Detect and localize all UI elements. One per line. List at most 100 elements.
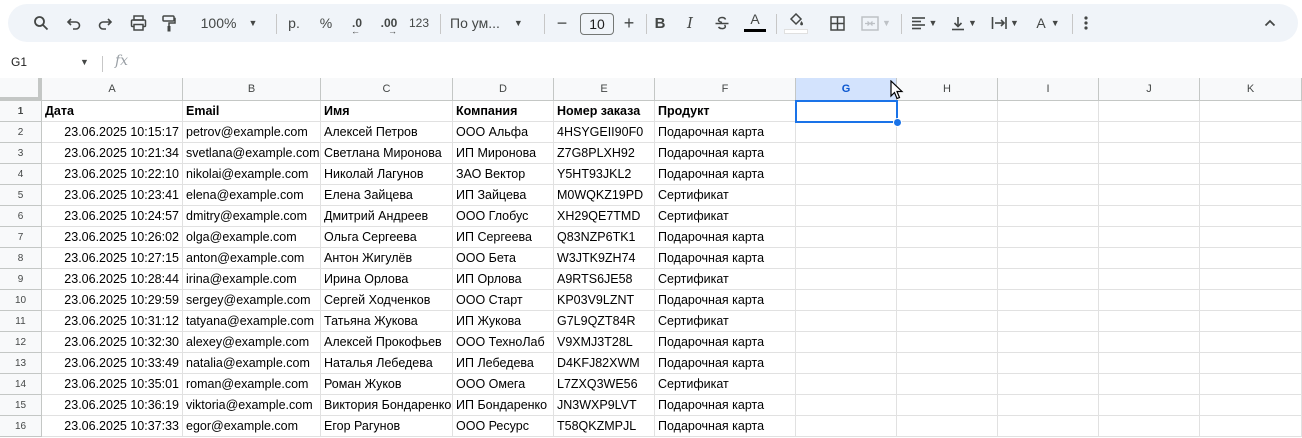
cell-f15[interactable]: Подарочная карта — [655, 395, 796, 416]
more-formats-button[interactable]: 123 — [404, 4, 434, 42]
row-header[interactable]: 4 — [0, 164, 42, 185]
cell-d2[interactable]: ООО Альфа — [453, 122, 554, 143]
collapse-toolbar-icon[interactable] — [1260, 4, 1280, 42]
cell-i10[interactable] — [998, 290, 1099, 311]
bold-button[interactable]: B — [650, 4, 670, 42]
cell-j4[interactable] — [1099, 164, 1200, 185]
cell-k4[interactable] — [1200, 164, 1302, 185]
cell-a11[interactable]: 23.06.2025 10:31:12 — [42, 311, 183, 332]
cell-a2[interactable]: 23.06.2025 10:15:17 — [42, 122, 183, 143]
cell-k11[interactable] — [1200, 311, 1302, 332]
cell-j3[interactable] — [1099, 143, 1200, 164]
cell-i9[interactable] — [998, 269, 1099, 290]
currency-format-button[interactable]: р. — [284, 4, 304, 42]
cell-d3[interactable]: ИП Миронова — [453, 143, 554, 164]
cell-a1[interactable]: Дата — [42, 101, 183, 122]
cell-c3[interactable]: Светлана Миронова — [321, 143, 453, 164]
cell-i15[interactable] — [998, 395, 1099, 416]
cell-b12[interactable]: alexey@example.com — [183, 332, 321, 353]
row-header[interactable]: 6 — [0, 206, 42, 227]
cell-d10[interactable]: ООО Старт — [453, 290, 554, 311]
cell-f8[interactable]: Подарочная карта — [655, 248, 796, 269]
cell-b4[interactable]: nikolai@example.com — [183, 164, 321, 185]
column-header-k[interactable]: K — [1200, 78, 1302, 101]
text-rotation-button[interactable]: A ▼ — [1028, 4, 1068, 42]
cell-c14[interactable]: Роман Жуков — [321, 374, 453, 395]
cell-j14[interactable] — [1099, 374, 1200, 395]
row-header[interactable]: 16 — [0, 416, 42, 437]
cell-f6[interactable]: Сертификат — [655, 206, 796, 227]
cell-c12[interactable]: Алексей Прокофьев — [321, 332, 453, 353]
horizontal-align-icon[interactable]: ▼ — [906, 4, 942, 42]
merge-cells-icon[interactable]: ▼ — [858, 4, 894, 42]
cell-g16[interactable] — [796, 416, 897, 437]
cell-i4[interactable] — [998, 164, 1099, 185]
cell-i6[interactable] — [998, 206, 1099, 227]
cell-a9[interactable]: 23.06.2025 10:28:44 — [42, 269, 183, 290]
cell-d6[interactable]: ООО Глобус — [453, 206, 554, 227]
cell-b7[interactable]: olga@example.com — [183, 227, 321, 248]
cell-d16[interactable]: ООО Ресурс — [453, 416, 554, 437]
row-header[interactable]: 14 — [0, 374, 42, 395]
cell-i12[interactable] — [998, 332, 1099, 353]
cell-b1[interactable]: Email — [183, 101, 321, 122]
column-header-j[interactable]: J — [1099, 78, 1200, 101]
cell-h9[interactable] — [897, 269, 998, 290]
column-header-g[interactable]: G — [796, 78, 897, 101]
cell-e3[interactable]: Z7G8PLXH92 — [554, 143, 655, 164]
cell-b6[interactable]: dmitry@example.com — [183, 206, 321, 227]
row-header[interactable]: 2 — [0, 122, 42, 143]
text-wrapping-icon[interactable]: ▼ — [986, 4, 1024, 42]
cell-a14[interactable]: 23.06.2025 10:35:01 — [42, 374, 183, 395]
cell-b2[interactable]: petrov@example.com — [183, 122, 321, 143]
cell-c9[interactable]: Ирина Орлова — [321, 269, 453, 290]
cell-g1[interactable] — [796, 101, 897, 122]
cell-b9[interactable]: irina@example.com — [183, 269, 321, 290]
column-header-c[interactable]: C — [321, 78, 453, 101]
cell-h1[interactable] — [897, 101, 998, 122]
cell-h8[interactable] — [897, 248, 998, 269]
cell-g5[interactable] — [796, 185, 897, 206]
cell-h15[interactable] — [897, 395, 998, 416]
column-header-b[interactable]: B — [183, 78, 321, 101]
cell-e16[interactable]: T58QKZMPJL — [554, 416, 655, 437]
vertical-align-icon[interactable]: ▼ — [946, 4, 982, 42]
cell-e12[interactable]: V9XMJ3T28L — [554, 332, 655, 353]
search-menus-icon[interactable] — [30, 4, 52, 42]
cell-f3[interactable]: Подарочная карта — [655, 143, 796, 164]
cell-c11[interactable]: Татьяна Жукова — [321, 311, 453, 332]
redo-icon[interactable] — [94, 4, 116, 42]
cell-c16[interactable]: Егор Рагунов — [321, 416, 453, 437]
cell-d11[interactable]: ИП Жукова — [453, 311, 554, 332]
name-box[interactable]: G1 — [11, 55, 27, 69]
cell-j1[interactable] — [1099, 101, 1200, 122]
cell-d15[interactable]: ИП Бондаренко — [453, 395, 554, 416]
cell-i8[interactable] — [998, 248, 1099, 269]
cell-d14[interactable]: ООО Омега — [453, 374, 554, 395]
row-header[interactable]: 8 — [0, 248, 42, 269]
cell-i11[interactable] — [998, 311, 1099, 332]
row-header[interactable]: 10 — [0, 290, 42, 311]
cell-f11[interactable]: Сертификат — [655, 311, 796, 332]
cell-k10[interactable] — [1200, 290, 1302, 311]
cell-h10[interactable] — [897, 290, 998, 311]
cell-c10[interactable]: Сергей Ходченков — [321, 290, 453, 311]
zoom-select[interactable]: 100% ▼ — [194, 4, 264, 42]
cell-e9[interactable]: A9RTS6JE58 — [554, 269, 655, 290]
cell-d9[interactable]: ИП Орлова — [453, 269, 554, 290]
cell-a7[interactable]: 23.06.2025 10:26:02 — [42, 227, 183, 248]
cell-g4[interactable] — [796, 164, 897, 185]
cell-j7[interactable] — [1099, 227, 1200, 248]
cell-b10[interactable]: sergey@example.com — [183, 290, 321, 311]
cell-k8[interactable] — [1200, 248, 1302, 269]
cell-j13[interactable] — [1099, 353, 1200, 374]
column-header-a[interactable]: A — [42, 78, 183, 101]
cell-f1[interactable]: Продукт — [655, 101, 796, 122]
cell-k5[interactable] — [1200, 185, 1302, 206]
cell-e15[interactable]: JN3WXP9LVT — [554, 395, 655, 416]
cell-g3[interactable] — [796, 143, 897, 164]
cell-c6[interactable]: Дмитрий Андреев — [321, 206, 453, 227]
decrease-font-size-button[interactable]: − — [553, 4, 571, 42]
cell-d7[interactable]: ИП Сергеева — [453, 227, 554, 248]
cell-c5[interactable]: Елена Зайцева — [321, 185, 453, 206]
